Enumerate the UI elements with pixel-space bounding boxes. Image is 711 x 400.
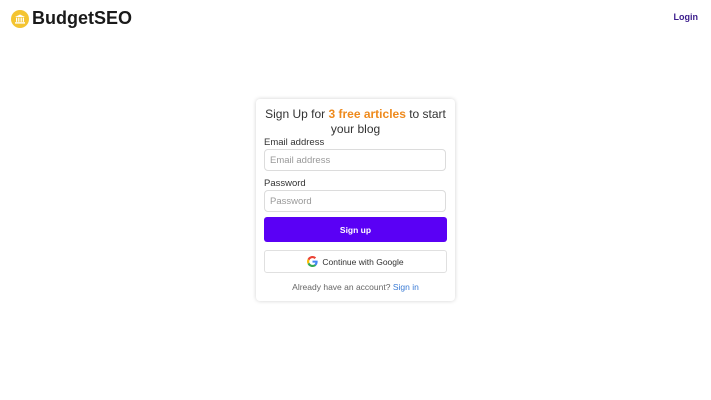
password-input[interactable] xyxy=(264,190,446,212)
page: BudgetSEO Login Sign Up for 3 free artic… xyxy=(0,0,711,400)
brand-name: BudgetSEO xyxy=(32,8,133,28)
login-link[interactable]: Login xyxy=(674,12,699,22)
signin-link[interactable]: Sign in xyxy=(393,282,419,292)
brand-link[interactable]: BudgetSEO xyxy=(11,8,132,29)
title-highlight: 3 free articles xyxy=(328,107,406,121)
header: BudgetSEO Login xyxy=(0,0,711,36)
google-button-label: Continue with Google xyxy=(322,256,404,267)
email-label: Email address xyxy=(264,137,325,148)
signin-prompt: Already have an account? Sign in xyxy=(256,282,455,292)
signup-card: Sign Up for 3 free articles to start you… xyxy=(256,99,455,301)
coin-bank-icon xyxy=(11,9,29,28)
signup-button[interactable]: Sign up xyxy=(264,217,447,242)
signup-title: Sign Up for 3 free articles to start you… xyxy=(256,107,455,137)
account-prompt: Already have an account? xyxy=(292,282,391,292)
google-signin-button[interactable]: Continue with Google xyxy=(264,250,447,273)
password-label: Password xyxy=(264,178,306,189)
google-icon xyxy=(307,256,319,267)
email-input[interactable] xyxy=(264,149,446,171)
title-prefix: Sign Up for xyxy=(265,107,329,121)
